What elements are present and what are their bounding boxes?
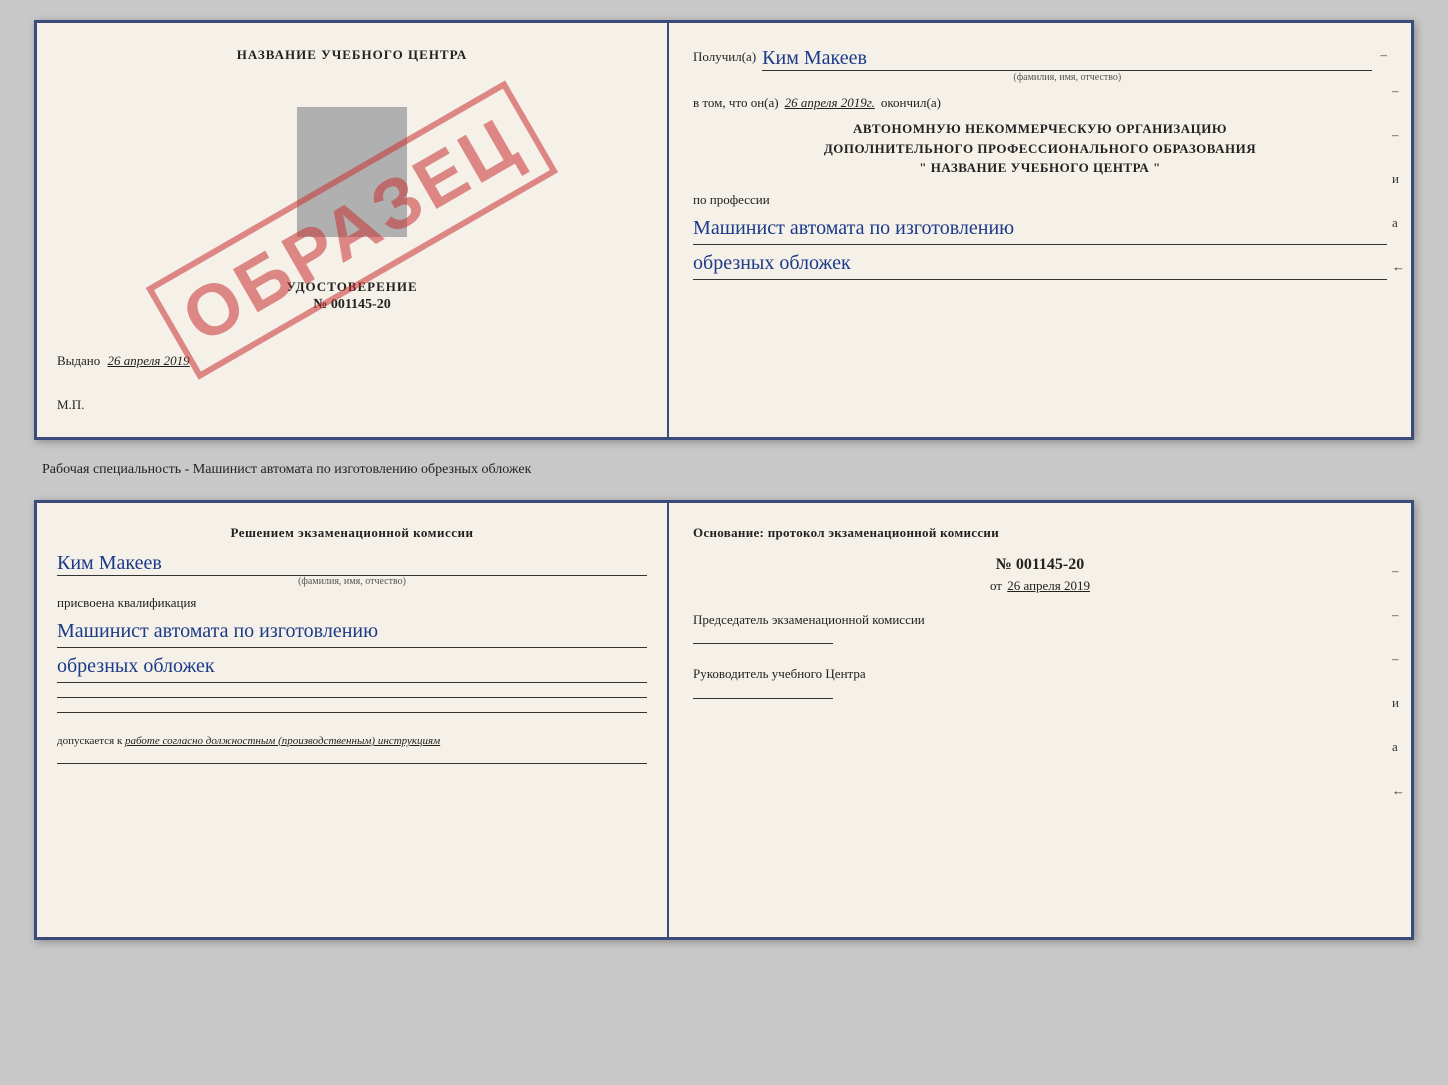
ot-date: 26 апреля 2019	[1007, 578, 1090, 593]
org-line2: ДОПОЛНИТЕЛЬНОГО ПРОФЕССИОНАЛЬНОГО ОБРАЗО…	[693, 139, 1387, 159]
mp-block: М.П.	[57, 397, 647, 413]
poluchil-name: Ким Макеев (фамилия, имя, отчество)	[762, 47, 1372, 83]
profession-line2-top: обрезных обложек	[693, 247, 1387, 280]
bottom-document-card: Решением экзаменационной комиссии Ким Ма…	[34, 500, 1414, 940]
и-label-top: и	[1392, 171, 1405, 187]
photo-placeholder	[297, 107, 407, 237]
recipient-name-top: Ким Макеев	[762, 47, 1372, 71]
udost-block: УДОСТОВЕРЕНИЕ № 001145-20	[286, 279, 417, 313]
udost-label: УДОСТОВЕРЕНИЕ	[286, 279, 417, 295]
org-line1: АВТОНОМНУЮ НЕКОММЕРЧЕСКУЮ ОРГАНИЗАЦИЮ	[693, 119, 1387, 139]
protocol-number: № 001145-20	[693, 556, 1387, 574]
а-label-bottom: а	[1392, 739, 1405, 755]
а-label-top: а	[1392, 215, 1405, 231]
vydano-block: Выдано 26 апреля 2019	[57, 353, 647, 369]
dopuskaetsya-label: допускается к	[57, 735, 122, 747]
vtom-date: 26 апреля 2019г.	[785, 95, 875, 111]
rukovoditel-block: Руководитель учебного Центра	[693, 664, 1387, 699]
ot-label: от	[990, 578, 1002, 593]
profession-line2-bottom: обрезных обложек	[57, 650, 647, 683]
org-block: АВТОНОМНУЮ НЕКОММЕРЧЕСКУЮ ОРГАНИЗАЦИЮ ДО…	[693, 119, 1387, 178]
side-dashes-bottom: – – – и а ←	[1392, 563, 1405, 799]
predsedatel-signature-line	[693, 643, 833, 644]
top-card-right: Получил(а) Ким Макеев (фамилия, имя, отч…	[669, 23, 1411, 437]
vydano-date: 26 апреля 2019	[108, 353, 190, 368]
middle-text: Рабочая специальность - Машинист автомат…	[34, 458, 1414, 482]
udost-number: № 001145-20	[286, 297, 417, 313]
poluchil-row: Получил(а) Ким Макеев (фамилия, имя, отч…	[693, 47, 1387, 83]
kim-makeev-bottom-wrapper: Ким Макеев (фамилия, имя, отчество)	[57, 552, 647, 587]
poluchil-label: Получил(а)	[693, 47, 756, 65]
okonchil-label: окончил(а)	[881, 95, 941, 111]
dash1-top: –	[1380, 47, 1387, 63]
dopuskaetsya-text: работе согласно должностным (производств…	[125, 735, 440, 747]
rukovoditel-signature-line	[693, 698, 833, 699]
osnovanie-label: Основание: протокол экзаменационной коми…	[693, 525, 999, 540]
fio-hint-bottom: (фамилия, имя, отчество)	[57, 576, 647, 587]
vydano-label: Выдано	[57, 353, 100, 368]
rukovoditel-label: Руководитель учебного Центра	[693, 664, 1387, 684]
prisvoyena: присвоена квалификация	[57, 595, 647, 611]
и-label-bottom: и	[1392, 695, 1405, 711]
arrow-label-top: ←	[1392, 259, 1405, 275]
top-document-card: НАЗВАНИЕ УЧЕБНОГО ЦЕНТРА УДОСТОВЕРЕНИЕ №…	[34, 20, 1414, 440]
dash2-bottom: –	[1392, 607, 1405, 623]
side-dashes-top: – – и а ←	[1392, 83, 1405, 275]
dopuskaetsya-block: допускается к работе согласно должностны…	[57, 733, 647, 750]
dash3-bottom: –	[1392, 651, 1405, 667]
recipient-name-bottom: Ким Макеев	[57, 552, 647, 576]
top-card-left: НАЗВАНИЕ УЧЕБНОГО ЦЕНТРА УДОСТОВЕРЕНИЕ №…	[37, 23, 669, 437]
school-name-top: НАЗВАНИЕ УЧЕБНОГО ЦЕНТРА	[237, 47, 468, 63]
dash3-top: –	[1392, 127, 1405, 143]
bottom-card-right: Основание: протокол экзаменационной коми…	[669, 503, 1411, 937]
resheniem-block: Решением экзаменационной комиссии	[57, 523, 647, 544]
osnovanie-block: Основание: протокол экзаменационной коми…	[693, 523, 1387, 544]
arrow-label-bottom: ←	[1392, 783, 1405, 799]
resheniem-label: Решением экзаменационной комиссии	[230, 525, 473, 540]
vtom-row: в том, что он(а) 26 апреля 2019г. окончи…	[693, 95, 1387, 111]
dash1-bottom: –	[1392, 563, 1405, 579]
ot-date-block: от 26 апреля 2019	[693, 578, 1387, 594]
dash2-top: –	[1392, 83, 1405, 99]
fio-hint-top: (фамилия, имя, отчество)	[762, 72, 1372, 83]
bottom-card-left: Решением экзаменационной комиссии Ким Ма…	[37, 503, 669, 937]
po-professii: по профессии	[693, 192, 1387, 208]
org-line3: " НАЗВАНИЕ УЧЕБНОГО ЦЕНТРА "	[693, 158, 1387, 178]
predsedatel-label: Председатель экзаменационной комиссии	[693, 610, 1387, 630]
profession-line1-bottom: Машинист автомата по изготовлению	[57, 615, 647, 648]
profession-line1-top: Машинист автомата по изготовлению	[693, 212, 1387, 245]
vtom-label: в том, что он(а)	[693, 95, 779, 111]
predsedatel-block: Председатель экзаменационной комиссии	[693, 610, 1387, 645]
